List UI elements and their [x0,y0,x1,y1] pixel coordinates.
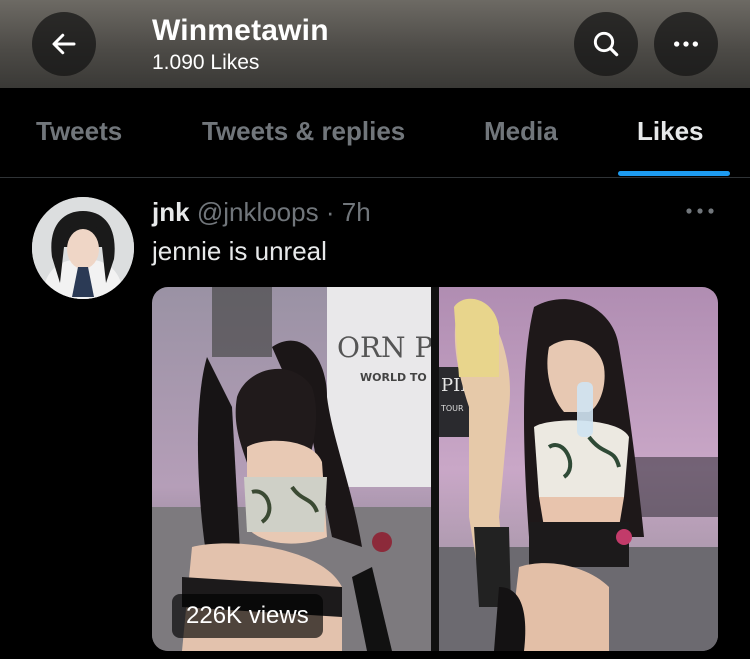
tab-tweets-replies[interactable]: Tweets & replies [202,116,405,147]
back-arrow-icon [52,33,76,55]
profile-name: Winmetawin [152,14,329,47]
tab-media[interactable]: Media [484,116,558,147]
back-button[interactable] [32,12,96,76]
tweet-media[interactable]: ORN P WORLD TO 226K views PIN TOUR [152,287,718,651]
more-options-button[interactable] [654,12,718,76]
tab-tweets[interactable]: Tweets [36,116,122,147]
more-horizontal-icon [686,208,714,214]
avatar[interactable] [32,197,134,299]
stage-sign-subtext: TOUR [440,404,464,413]
tab-likes[interactable]: Likes [637,116,704,147]
likes-count: 1.090 Likes [152,51,260,74]
author-handle[interactable]: @jnkloops [197,197,319,227]
views-badge: 226K views [172,594,323,638]
search-icon [593,31,619,57]
media-image-left[interactable]: ORN P WORLD TO 226K views [152,287,433,651]
author-name[interactable]: jnk [152,197,190,227]
more-horizontal-icon [674,41,698,47]
stage-sign-text: ORN P [337,331,431,364]
tweet-text: jennie is unreal [152,236,327,266]
tweet-timestamp[interactable]: 7h [342,197,371,227]
profile-likes-screen: Winmetawin 1.090 Likes Tweets Tweets & r… [0,0,750,659]
active-tab-indicator [618,171,730,176]
avatar-image [32,197,134,299]
stage-sign-subtext: WORLD TO [360,371,427,384]
tweet-more-button[interactable] [684,198,716,224]
header-separator: · [325,197,335,227]
tweet-header: jnk @jnkloops · 7h [152,197,371,228]
profile-header: Winmetawin 1.090 Likes [0,0,750,88]
profile-tabs: Tweets Tweets & replies Media Likes [0,88,750,178]
media-image-right[interactable]: PIN TOUR [439,287,718,651]
search-button[interactable] [574,12,638,76]
